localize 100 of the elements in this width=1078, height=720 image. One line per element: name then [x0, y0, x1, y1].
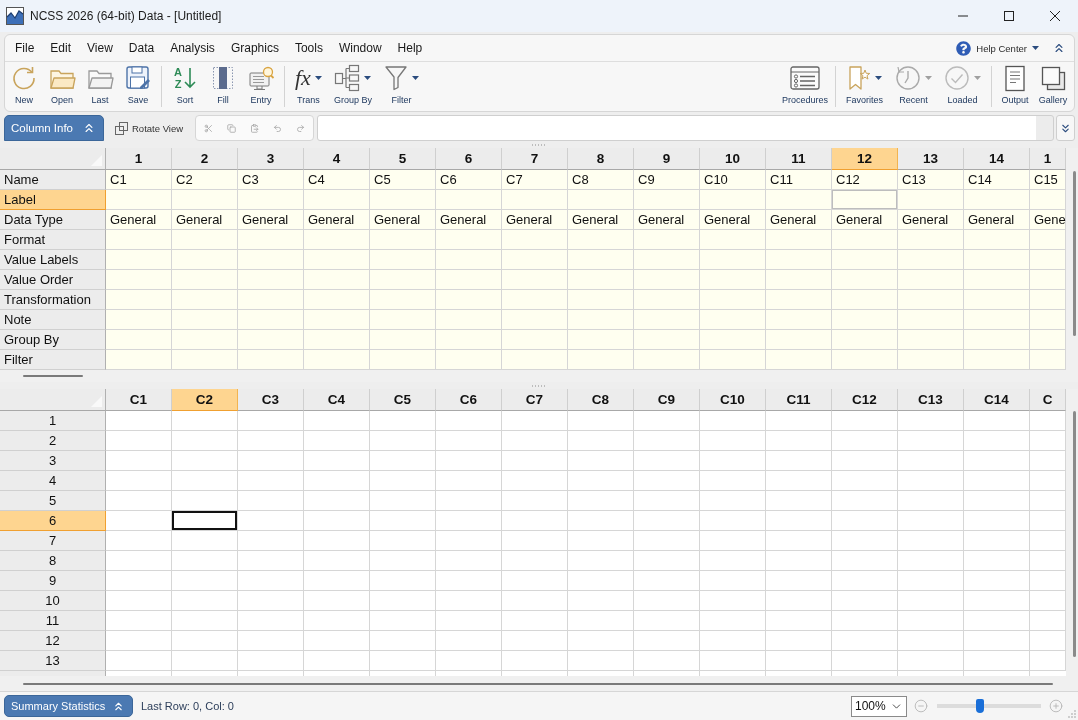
expand-button[interactable]: [1056, 115, 1075, 141]
grid-cell[interactable]: [1030, 511, 1066, 531]
column-header[interactable]: 4: [304, 148, 370, 170]
summary-statistics-button[interactable]: Summary Statistics: [4, 695, 133, 717]
menu-item[interactable]: Edit: [44, 38, 78, 58]
grid-cell[interactable]: [1030, 250, 1066, 270]
grid-cell[interactable]: [1030, 471, 1066, 491]
column-header[interactable]: C9: [634, 389, 700, 411]
grid-cell[interactable]: [1030, 230, 1066, 250]
toolbar-button[interactable]: Last: [81, 62, 119, 111]
zoom-select[interactable]: 100%: [851, 695, 907, 717]
toolbar-button[interactable]: Output: [996, 62, 1034, 111]
column-header[interactable]: 8: [568, 148, 634, 170]
column-header[interactable]: 13: [898, 148, 964, 170]
column-header[interactable]: C13: [898, 389, 964, 411]
hierarchy-icon: [334, 64, 361, 92]
column-header[interactable]: 2: [172, 148, 238, 170]
column-header[interactable]: 7: [502, 148, 568, 170]
row-header[interactable]: Label: [0, 190, 106, 210]
grid-cell[interactable]: C15: [1030, 170, 1066, 190]
grid-cell[interactable]: [832, 190, 898, 210]
menu-item[interactable]: Data: [122, 38, 161, 58]
help-center-button[interactable]: Help Center: [953, 38, 1042, 58]
grid-cell[interactable]: [1030, 531, 1066, 551]
funnel-icon: [383, 65, 408, 91]
zoom-out-icon[interactable]: [914, 699, 928, 713]
column-header[interactable]: 9: [634, 148, 700, 170]
menu-item[interactable]: Window: [332, 38, 388, 58]
grid-cell[interactable]: [1030, 411, 1066, 431]
row-header[interactable]: 6: [0, 511, 106, 531]
column-header[interactable]: C7: [502, 389, 568, 411]
column-header[interactable]: C3: [238, 389, 304, 411]
scrollbar-thumb[interactable]: [1073, 171, 1076, 336]
menu-item[interactable]: Tools: [288, 38, 329, 58]
column-header[interactable]: C4: [304, 389, 370, 411]
column-header[interactable]: C8: [568, 389, 634, 411]
grid-cell[interactable]: [1030, 651, 1066, 671]
grid-cell[interactable]: [1030, 190, 1066, 210]
splitter-grip-icon: [532, 143, 546, 146]
grid-cell[interactable]: [1030, 611, 1066, 631]
menu-item[interactable]: Help: [391, 38, 429, 58]
menu-item[interactable]: View: [81, 38, 119, 58]
grid-cell[interactable]: [1030, 431, 1066, 451]
column-header[interactable]: 3: [238, 148, 304, 170]
toolbar-button[interactable]: Fill: [204, 62, 242, 111]
grid-cell[interactable]: [172, 511, 238, 531]
grid-cell[interactable]: [1030, 451, 1066, 471]
scrollbar-thumb[interactable]: [1073, 411, 1076, 657]
column-header[interactable]: 1: [1030, 148, 1066, 170]
toolbar-button[interactable]: Gallery: [1034, 62, 1072, 111]
grid-cell[interactable]: [1030, 350, 1066, 370]
caret-icon: [1032, 46, 1039, 50]
grid-cell[interactable]: Gene: [1030, 210, 1066, 230]
column-header[interactable]: C14: [964, 389, 1030, 411]
toolbar-button[interactable]: Procedures: [778, 62, 831, 111]
column-header[interactable]: C12: [832, 389, 898, 411]
grid-cell[interactable]: [1030, 551, 1066, 571]
menu-item[interactable]: Analysis: [164, 38, 221, 58]
grid-cell[interactable]: [1030, 330, 1066, 350]
grid-cell[interactable]: [1030, 270, 1066, 290]
column-header[interactable]: C1: [106, 389, 172, 411]
column-header[interactable]: 1: [106, 148, 172, 170]
column-header[interactable]: C10: [700, 389, 766, 411]
toolbar-button[interactable]: AZ Sort: [166, 62, 204, 111]
grid-cell[interactable]: [1030, 571, 1066, 591]
toolbar-button[interactable]: Favorites: [840, 62, 889, 111]
column-header[interactable]: C6: [436, 389, 502, 411]
column-header[interactable]: 5: [370, 148, 436, 170]
column-header[interactable]: C11: [766, 389, 832, 411]
slider-thumb[interactable]: [975, 699, 984, 713]
toolbar-button[interactable]: Entry: [242, 62, 280, 111]
column-header[interactable]: C5: [370, 389, 436, 411]
scrollbar-thumb[interactable]: [23, 375, 83, 377]
menu-item[interactable]: File: [9, 38, 41, 58]
column-header[interactable]: 12: [832, 148, 898, 170]
toolbar-button[interactable]: fx Trans: [289, 62, 328, 111]
formula-field[interactable]: [317, 115, 1054, 141]
rotate-view-button[interactable]: Rotate View: [115, 115, 184, 141]
column-header[interactable]: 14: [964, 148, 1030, 170]
grid-cell[interactable]: [1030, 310, 1066, 330]
grid-cell[interactable]: [1030, 591, 1066, 611]
grid-cell[interactable]: [1030, 491, 1066, 511]
column-header[interactable]: 6: [436, 148, 502, 170]
toolbar-button[interactable]: New: [5, 62, 43, 111]
toolbar-button[interactable]: Open: [43, 62, 81, 111]
scrollbar-thumb[interactable]: [23, 682, 1053, 685]
column-header[interactable]: C2: [172, 389, 238, 411]
menu-item[interactable]: Graphics: [224, 38, 285, 58]
column-header[interactable]: C: [1030, 389, 1066, 411]
toolbar-button[interactable]: Filter: [377, 62, 425, 111]
column-info-button[interactable]: Column Info: [4, 115, 104, 141]
toolbar-button[interactable]: Recent: [889, 62, 938, 111]
toolbar-button[interactable]: Save: [119, 62, 157, 111]
column-header[interactable]: 10: [700, 148, 766, 170]
zoom-in-icon[interactable]: [1049, 699, 1063, 713]
grid-cell[interactable]: [1030, 631, 1066, 651]
column-header[interactable]: 11: [766, 148, 832, 170]
toolbar-button[interactable]: Group By: [327, 62, 378, 111]
toolbar-button[interactable]: Loaded: [938, 62, 987, 111]
grid-cell[interactable]: [1030, 290, 1066, 310]
